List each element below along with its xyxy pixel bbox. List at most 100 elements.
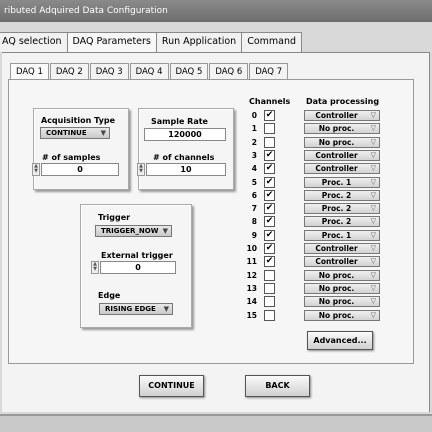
tab-run-application[interactable]: Run Application (156, 32, 243, 52)
external-trigger-spinner-icon[interactable]: ▲ ▼ (91, 261, 99, 274)
channel-checkbox[interactable]: ✔ (264, 230, 275, 241)
channel-checkbox[interactable] (264, 296, 275, 307)
channel-checkbox[interactable]: ✔ (264, 190, 275, 201)
channel-number: 9 (251, 231, 257, 240)
data-processing-select[interactable]: No proc. ▽ (304, 283, 380, 294)
channel-checkbox[interactable]: ✔ (264, 163, 275, 174)
acquisition-type-select[interactable]: CONTINUE ▼ (40, 127, 110, 139)
channel-number: 4 (251, 164, 257, 173)
tab-label: DAQ Parameters (72, 36, 151, 47)
data-processing-select[interactable]: Controller ▽ (304, 163, 380, 174)
check-icon: ✔ (265, 177, 274, 187)
data-processing-select[interactable]: Proc. 2 ▽ (304, 203, 380, 214)
tab-label: DAQ 7 (255, 67, 283, 77)
channel-number: 8 (251, 217, 257, 226)
tab-label: AQ selection (2, 36, 62, 47)
back-button[interactable]: BACK (245, 375, 310, 397)
channel-number: 13 (246, 284, 257, 293)
edge-select[interactable]: RISING EDGE ▼ (99, 303, 173, 315)
data-processing-select[interactable]: No proc. ▽ (304, 296, 380, 307)
external-trigger-input[interactable]: 0 (100, 261, 176, 274)
edge-value: RISING EDGE (105, 305, 156, 313)
status-bar (0, 416, 432, 432)
data-processing-select[interactable]: Proc. 2 ▽ (304, 216, 380, 227)
chevron-down-icon: ▽ (370, 217, 376, 225)
tab-label: Command (247, 36, 297, 47)
trigger-select[interactable]: TRIGGER_NOW ▼ (95, 225, 172, 237)
data-processing-select[interactable]: Controller ▽ (304, 150, 380, 161)
channel-checkbox[interactable] (264, 310, 275, 321)
data-processing-value: Controller (315, 244, 358, 253)
main-tab-bar: AQ selection DAQ Parameters Run Applicat… (0, 32, 303, 52)
channel-number: 5 (251, 178, 257, 187)
chevron-down-icon: ▽ (370, 164, 376, 172)
channel-checkbox[interactable] (264, 123, 275, 134)
samples-spinner-icon[interactable]: ▲ ▼ (32, 163, 40, 176)
channel-number: 6 (251, 191, 257, 200)
data-processing-value: Proc. 2 (321, 191, 352, 200)
channel-number: 14 (246, 297, 257, 306)
check-icon: ✔ (265, 150, 274, 160)
chevron-down-icon: ▽ (370, 284, 376, 292)
channels-count-spinner-icon[interactable]: ▲ ▼ (137, 163, 145, 176)
chevron-down-icon: ▽ (370, 204, 376, 212)
tab-daq-5[interactable]: DAQ 5 (169, 63, 209, 80)
channel-number: 0 (251, 111, 257, 120)
data-processing-select[interactable]: Controller ▽ (304, 256, 380, 267)
data-processing-value: Controller (315, 164, 358, 173)
tab-daq-7[interactable]: DAQ 7 (249, 63, 289, 80)
chevron-down-icon: ▽ (370, 138, 376, 146)
tab-daq-4[interactable]: DAQ 4 (129, 63, 169, 80)
data-processing-value: Controller (315, 151, 358, 160)
samples-input[interactable]: 0 (41, 163, 119, 176)
chevron-down-icon: ▽ (370, 178, 376, 186)
data-processing-select[interactable]: Proc. 1 ▽ (304, 230, 380, 241)
advanced-button[interactable]: Advanced... (307, 331, 373, 350)
data-processing-select[interactable]: Proc. 1 ▽ (304, 177, 380, 188)
channels-count-input[interactable]: 10 (146, 163, 226, 176)
data-processing-value: No proc. (318, 271, 355, 280)
tab-label: DAQ 6 (215, 67, 243, 77)
data-processing-select[interactable]: No proc. ▽ (304, 310, 380, 321)
channel-checkbox[interactable] (264, 270, 275, 281)
channel-checkbox[interactable] (264, 137, 275, 148)
tab-label: DAQ 5 (175, 67, 203, 77)
channel-checkbox[interactable]: ✔ (264, 216, 275, 227)
channel-number: 10 (246, 244, 257, 253)
sample-rate-input[interactable]: 120000 (144, 128, 226, 141)
channel-checkbox[interactable] (264, 283, 275, 294)
edge-label: Edge (98, 291, 121, 300)
check-icon: ✔ (265, 110, 274, 120)
chevron-down-icon: ▽ (370, 257, 376, 265)
tab-daq-6[interactable]: DAQ 6 (209, 63, 249, 80)
tab-command[interactable]: Command (242, 32, 303, 52)
channel-checkbox[interactable]: ✔ (264, 243, 275, 254)
tab-daq-2[interactable]: DAQ 2 (49, 63, 89, 80)
chevron-down-icon: ▽ (370, 297, 376, 305)
channel-checkbox[interactable]: ✔ (264, 203, 275, 214)
tab-daq-parameters[interactable]: DAQ Parameters (67, 32, 157, 52)
trigger-value: TRIGGER_NOW (101, 227, 159, 235)
chevron-down-icon: ▼ (100, 129, 106, 137)
tab-daq-3[interactable]: DAQ 3 (89, 63, 129, 80)
channel-checkbox[interactable]: ✔ (264, 150, 275, 161)
check-icon: ✔ (265, 243, 274, 253)
channel-number: 15 (246, 311, 257, 320)
channel-checkbox[interactable]: ✔ (264, 256, 275, 267)
trigger-label: Trigger (98, 213, 131, 222)
data-processing-select[interactable]: No proc. ▽ (304, 123, 380, 134)
daq-tab-bar: DAQ 1 DAQ 2 DAQ 3 DAQ 4 DAQ 5 DAQ 6 DAQ … (10, 63, 289, 81)
channel-checkbox[interactable]: ✔ (264, 177, 275, 188)
chevron-down-icon: ▽ (370, 271, 376, 279)
data-processing-select[interactable]: Proc. 2 ▽ (304, 190, 380, 201)
data-processing-value: No proc. (318, 124, 355, 133)
channel-number: 7 (251, 204, 257, 213)
data-processing-select[interactable]: Controller ▽ (304, 243, 380, 254)
continue-button[interactable]: CONTINUE (139, 375, 204, 397)
tab-daq-selection[interactable]: AQ selection (0, 32, 68, 52)
data-processing-select[interactable]: No proc. ▽ (304, 137, 380, 148)
data-processing-value: Proc. 2 (321, 217, 352, 226)
data-processing-select[interactable]: Controller ▽ (304, 110, 380, 121)
channel-checkbox[interactable]: ✔ (264, 110, 275, 121)
data-processing-select[interactable]: No proc. ▽ (304, 270, 380, 281)
